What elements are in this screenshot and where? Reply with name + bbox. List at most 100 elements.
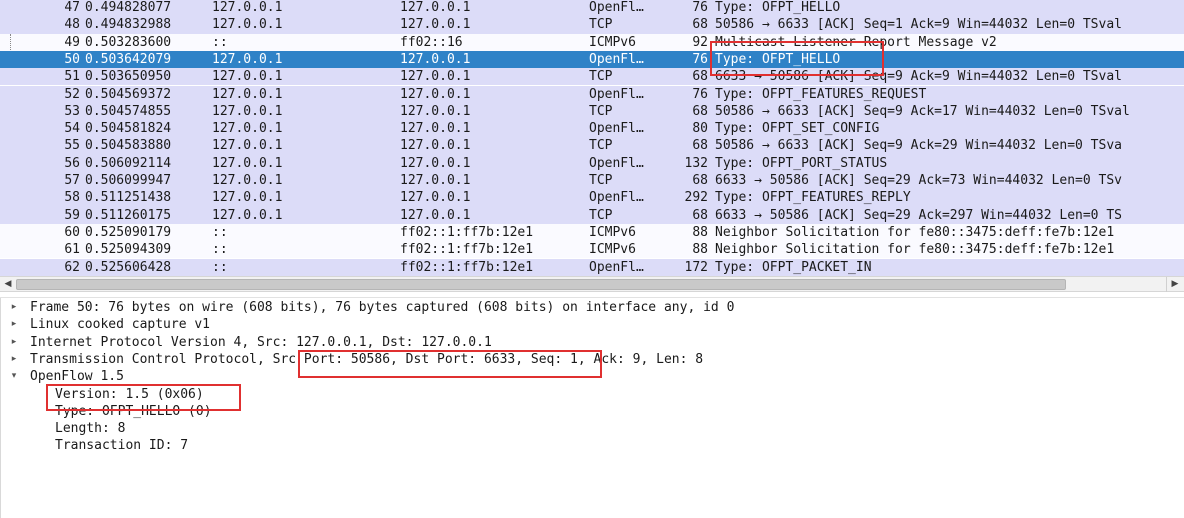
- packet-destination: 127.0.0.1: [400, 86, 471, 102]
- packet-length: 88: [692, 224, 708, 240]
- packet-row[interactable]: 60 0.525090179:: ff02::1:ff7b:12e1 ICMPv6 88…: [0, 223, 1184, 242]
- packet-row[interactable]: 53 0.504574855 127.0.0.1 127.0.0.1 TCP 68 5058…: [0, 102, 1184, 121]
- detail-tree-item[interactable]: ▸ Linux cooked capture v1: [1, 316, 1184, 333]
- packet-length: 80: [692, 121, 708, 137]
- packet-time: 0.525090179: [85, 224, 172, 240]
- packet-row[interactable]: 48 0.494832988 127.0.0.1 127.0.0.1 TCP 68 5058…: [0, 16, 1184, 34]
- collapse-arrow-icon[interactable]: ▸: [8, 316, 20, 333]
- packet-row[interactable]: 47 0.494828077 127.0.0.1 127.0.0.1 OpenFl… 76…: [0, 0, 1184, 17]
- related-packet-marker: [10, 34, 11, 50]
- packet-length: 88: [692, 242, 708, 258]
- packet-time: 0.525606428: [85, 259, 172, 275]
- packet-source: ::: [212, 242, 228, 258]
- packet-no: 55: [64, 138, 80, 154]
- packet-source: ::: [212, 224, 228, 240]
- arrow-left-icon[interactable]: ◀: [1, 278, 15, 291]
- packet-no: 61: [64, 242, 80, 258]
- packet-destination: 127.0.0.1: [400, 51, 471, 67]
- packet-time: 0.494832988: [85, 17, 172, 33]
- packet-time: 0.494828077: [85, 0, 172, 15]
- collapse-arrow-icon[interactable]: ▸: [8, 299, 20, 316]
- packet-time: 0.511251438: [85, 190, 172, 206]
- packet-time: 0.504581824: [85, 121, 172, 137]
- packet-length: 76: [692, 51, 708, 67]
- collapse-arrow-icon[interactable]: ▸: [8, 334, 20, 351]
- packet-destination: ff02::16: [400, 34, 463, 50]
- detail-text: Frame 50: 76 bytes on wire (608 bits), 7…: [30, 300, 735, 315]
- collapse-arrow-icon[interactable]: ▸: [8, 351, 20, 368]
- packet-destination: 127.0.0.1: [400, 69, 471, 85]
- packet-row[interactable]: 57 0.506099947 127.0.0.1 127.0.0.1 TCP 68 6633…: [0, 172, 1184, 190]
- detail-text: Version: 1.5 (0x06): [55, 386, 204, 402]
- packet-protocol: ICMPv6: [589, 34, 636, 50]
- packet-time: 0.503283600: [85, 34, 172, 50]
- packet-row[interactable]: 52 0.504569372 127.0.0.1 127.0.0.1 OpenFl… 76…: [0, 85, 1184, 103]
- packet-time: 0.504583880: [85, 138, 172, 154]
- packet-row[interactable]: 58 0.511251438 127.0.0.1 127.0.0.1 OpenFl… 29…: [0, 189, 1184, 207]
- detail-tree-item[interactable]: ▾ OpenFlow 1.5: [1, 368, 1184, 385]
- packet-time: 0.504574855: [85, 103, 172, 119]
- packet-info: Type: OFPT_HELLO: [715, 51, 841, 67]
- scrollbar-divider: [1166, 277, 1167, 292]
- packet-row[interactable]: 56 0.506092114 127.0.0.1 127.0.0.1 OpenFl… 13…: [0, 154, 1184, 172]
- detail-text: OpenFlow 1.5: [30, 369, 124, 385]
- packet-length: 68: [692, 207, 708, 223]
- packet-length: 68: [692, 103, 708, 119]
- packet-length: 292: [684, 190, 708, 206]
- detail-tree-item[interactable]: ▸ Internet Protocol Version 4, Src: 127.0…: [1, 334, 1184, 351]
- packet-row[interactable]: 54 0.504581824 127.0.0.1 127.0.0.1 OpenFl… 80…: [0, 120, 1184, 138]
- packet-source: 127.0.0.1: [212, 190, 283, 206]
- expand-arrow-icon[interactable]: ▾: [8, 368, 20, 385]
- packet-row[interactable]: 49 0.503283600:: ff02::16 ICMPv6 92 Multicast…: [0, 33, 1184, 51]
- packet-source: 127.0.0.1: [212, 17, 283, 33]
- packet-length: 76: [692, 86, 708, 102]
- packet-no: 53: [64, 103, 80, 119]
- packet-list[interactable]: 47 0.494828077 127.0.0.1 127.0.0.1 OpenFl… 76…: [0, 0, 1184, 276]
- detail-text: Type: OFPT_HELLO (0): [55, 403, 212, 419]
- packet-protocol: OpenFl…: [589, 51, 644, 67]
- packet-protocol: TCP: [589, 69, 613, 85]
- packet-no: 47: [64, 0, 80, 15]
- packet-info: Type: OFPT_FEATURES_REPLY: [715, 190, 911, 206]
- packet-time: 0.503650950: [85, 69, 172, 85]
- detail-text: Internet Protocol Version 4, Src: 127.0.…: [30, 334, 492, 350]
- detail-tree-item[interactable]: Type: OFPT_HELLO (0): [1, 403, 1184, 420]
- packet-row[interactable]: 62 0.525606428:: ff02::1:ff7b:12e1 OpenFl… 1…: [0, 258, 1184, 276]
- packet-no: 54: [64, 121, 80, 137]
- packet-row[interactable]: 55 0.504583880 127.0.0.1 127.0.0.1 TCP 68 5058…: [0, 137, 1184, 155]
- packet-length: 68: [692, 17, 708, 33]
- detail-tree-item[interactable]: Transaction ID: 7: [1, 437, 1184, 454]
- detail-text: Transmission Control Protocol, Src Port:…: [30, 351, 704, 367]
- scrollbar-thumb[interactable]: [16, 279, 1066, 290]
- packet-details[interactable]: ▸ Frame 50: 76 bytes on wire (608 bits), …: [0, 298, 1184, 518]
- packet-no: 60: [64, 224, 80, 240]
- packet-no: 56: [64, 155, 80, 171]
- packet-info: Type: OFPT_PACKET_IN: [715, 259, 872, 275]
- packet-source: 127.0.0.1: [212, 138, 283, 154]
- packet-source: 127.0.0.1: [212, 0, 283, 15]
- packet-source: 127.0.0.1: [212, 207, 283, 223]
- packet-row[interactable]: 59 0.511260175 127.0.0.1 127.0.0.1 TCP 68 6633…: [0, 206, 1184, 224]
- packet-protocol: TCP: [589, 173, 613, 188]
- detail-tree-item[interactable]: Length: 8: [1, 420, 1184, 437]
- packet-list-hscrollbar[interactable]: ◀ ▶: [0, 276, 1184, 292]
- packet-length: 92: [692, 34, 708, 50]
- packet-length: 68: [692, 138, 708, 154]
- packet-no: 59: [64, 207, 80, 223]
- detail-tree-item[interactable]: ▸ Frame 50: 76 bytes on wire (608 bits), …: [1, 299, 1184, 316]
- packet-protocol: ICMPv6: [589, 224, 636, 240]
- packet-info: Neighbor Solicitation for fe80::3475:def…: [715, 224, 1115, 240]
- detail-tree-item[interactable]: Version: 1.5 (0x06): [1, 386, 1184, 403]
- packet-row[interactable]: 50 0.503642079 127.0.0.1 127.0.0.1 OpenFl… 76…: [0, 50, 1184, 69]
- packet-no: 52: [64, 86, 80, 102]
- packet-source: 127.0.0.1: [212, 51, 283, 67]
- packet-row[interactable]: 61 0.525094309:: ff02::1:ff7b:12e1 ICMPv6 88…: [0, 241, 1184, 259]
- packet-source: 127.0.0.1: [212, 173, 283, 188]
- packet-destination: 127.0.0.1: [400, 190, 471, 206]
- detail-tree-item[interactable]: ▸ Transmission Control Protocol, Src Port…: [1, 351, 1184, 368]
- arrow-right-icon[interactable]: ▶: [1168, 278, 1182, 291]
- packet-info: 50586 → 6633 [ACK] Seq=9 Ack=29 Win=4403…: [715, 138, 1122, 154]
- packet-protocol: TCP: [589, 17, 613, 33]
- packet-time: 0.511260175: [85, 207, 172, 223]
- packet-row[interactable]: 51 0.503650950 127.0.0.1 127.0.0.1 TCP 68 6633…: [0, 68, 1184, 86]
